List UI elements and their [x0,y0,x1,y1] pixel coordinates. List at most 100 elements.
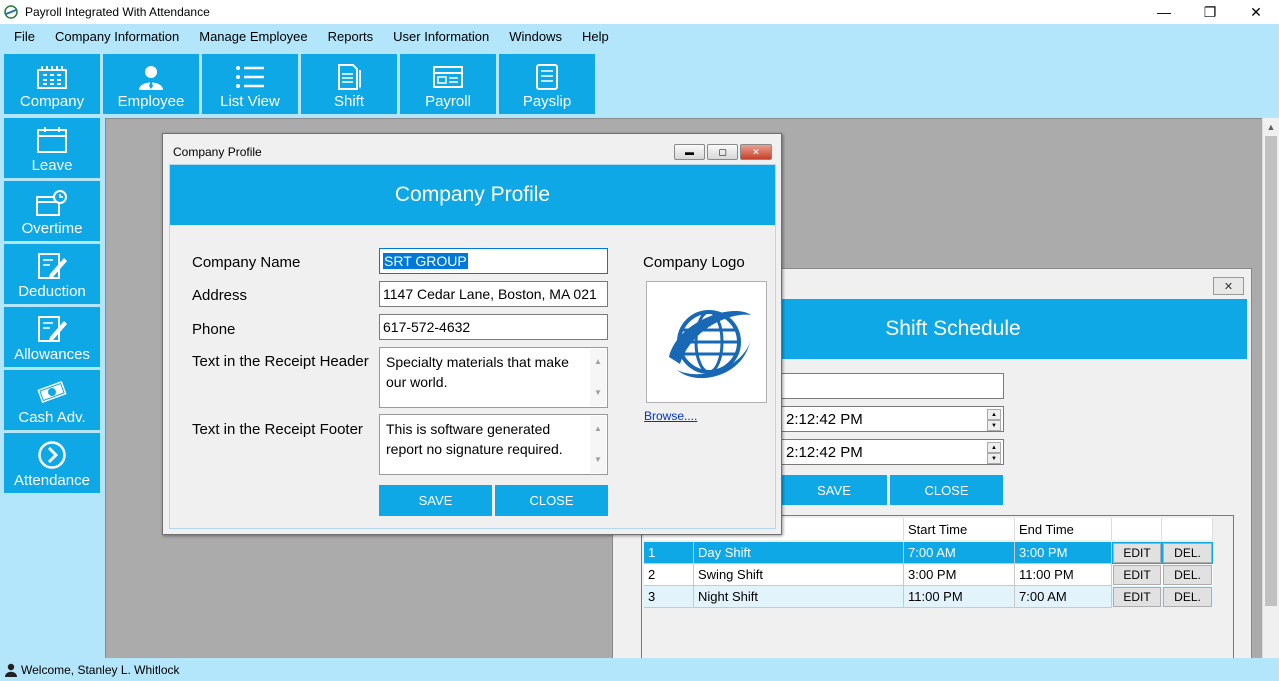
menu-reports[interactable]: Reports [318,29,384,44]
toolbar-payslip-button[interactable]: Payslip [499,54,595,114]
edit-row-button[interactable]: EDIT [1113,543,1161,563]
close-button[interactable]: ✕ [1233,0,1279,24]
end-time-spinner[interactable]: ▲ ▼ [987,442,1001,464]
receipt-header-textarea[interactable]: Specialty materials that make our world.… [379,347,608,408]
shift-start: 7:00 AM [904,542,1015,564]
restore-button[interactable]: ❐ [1187,0,1233,24]
shift-close-button[interactable]: CLOSE [890,475,1003,505]
edit-row-button[interactable]: EDIT [1113,565,1161,585]
receipt-footer-textarea[interactable]: This is software generated report no sig… [379,414,608,475]
shift-start-time-input[interactable]: 2:12:42 PM ▲ ▼ [781,406,1004,432]
company-name-input[interactable]: SRT GROUP [379,248,608,274]
shift-start: 3:00 PM [904,564,1015,586]
cp-close-button[interactable]: ✕ [740,144,772,160]
shift-name: Swing Shift [694,564,904,586]
delete-row-button[interactable]: DEL. [1163,565,1212,585]
shift-name-input[interactable] [781,373,1004,399]
company-profile-window-title: Company Profile [173,145,262,159]
shift-start: 11:00 PM [904,586,1015,608]
company-logo-image [646,281,767,403]
menu-user-information[interactable]: User Information [383,29,499,44]
start-time-spinner[interactable]: ▲ ▼ [987,409,1001,431]
menu-manage-employee[interactable]: Manage Employee [189,29,317,44]
scroll-thumb[interactable] [1265,136,1277,606]
sidebar-label: Cash Adv. [18,409,86,426]
table-row[interactable]: 1 Day Shift 7:00 AM 3:00 PM EDIT DEL. [644,542,1213,564]
sidebar-allowances-button[interactable]: Allowances [4,307,100,367]
sidebar-label: Allowances [14,346,90,363]
scroll-up-arrow-icon[interactable]: ▲ [1263,118,1279,135]
end-time-value: 2:12:42 PM [786,443,863,461]
company-profile-panel: Company Profile Company Name SRT GROUP A… [169,164,776,529]
toolbar-label: Employee [117,93,185,110]
table-row[interactable]: 2 Swing Shift 3:00 PM 11:00 PM EDIT DEL. [644,564,1213,586]
payroll-icon [433,66,463,88]
sidebar-cash-adv-button[interactable]: Cash Adv. [4,370,100,430]
toolbar-label: Shift [333,93,364,110]
phone-value: 617-572-4632 [383,319,471,335]
company-name-label: Company Name [192,254,301,271]
shift-window-close-button[interactable]: ✕ [1213,277,1244,295]
menu-file[interactable]: File [0,29,45,44]
edit-row-button[interactable]: EDIT [1113,587,1161,607]
company-logo-label: Company Logo [643,254,745,271]
minimize-button[interactable]: — [1141,0,1187,24]
payslip-icon [536,64,558,90]
shift-name: Night Shift [694,586,904,608]
textarea-scrollbar[interactable]: ▲ ▼ [590,349,606,406]
column-header-end-time: End Time [1015,518,1112,540]
cp-maximize-button[interactable]: ▢ [707,144,738,160]
phone-input[interactable]: 617-572-4632 [379,314,608,340]
sidebar-overtime-button[interactable]: Overtime [4,181,100,241]
toolbar-payroll-button[interactable]: Payroll [400,54,496,114]
cp-minimize-button[interactable]: ▬ [674,144,705,160]
company-save-button[interactable]: SAVE [379,485,492,516]
sidebar-leave-button[interactable]: Leave [4,118,100,178]
column-header-start-time: Start Time [904,518,1015,540]
shift-end-time-input[interactable]: 2:12:42 PM ▲ ▼ [781,439,1004,465]
list-icon [236,66,264,88]
shift-name: Day Shift [694,542,904,564]
browse-logo-link[interactable]: Browse.... [644,409,697,423]
row-number: 2 [644,564,694,586]
menu-company-information[interactable]: Company Information [45,29,189,44]
column-header-edit [1112,518,1162,540]
company-close-button[interactable]: CLOSE [495,485,608,516]
chevron-circle-icon [38,441,66,469]
table-row[interactable]: 3 Night Shift 11:00 PM 7:00 AM EDIT DEL. [644,586,1213,608]
document-pen-icon [338,64,361,90]
textarea-scrollbar[interactable]: ▲ ▼ [590,416,606,473]
edit-document-icon [38,316,67,342]
globe-logo-icon [669,310,751,379]
address-label: Address [192,287,248,304]
start-time-value: 2:12:42 PM [786,410,863,428]
toolbar-shift-button[interactable]: Shift [301,54,397,114]
edit-document-icon [38,253,67,279]
status-bar: Welcome, Stanley L. Whitlock [0,658,1279,681]
address-input[interactable]: 1147 Cedar Lane, Boston, MA 021 [379,281,608,307]
menu-help[interactable]: Help [572,29,619,44]
company-profile-window: Company Profile ▬ ▢ ✕ Company Profile Co… [162,133,782,535]
title-bar: Payroll Integrated With Attendance — ❐ ✕ [0,0,1279,24]
toolbar-label: List View [220,93,280,110]
sidebar-deduction-button[interactable]: Deduction [4,244,100,304]
sidebar-label: Attendance [14,472,90,489]
delete-row-button[interactable]: DEL. [1163,587,1212,607]
toolbar-list-view-button[interactable]: List View [202,54,298,114]
receipt-footer-value: This is software generated report no sig… [386,421,563,457]
receipt-header-value: Specialty materials that make our world. [386,354,569,390]
welcome-text: Welcome, Stanley L. Whitlock [21,662,180,677]
delete-row-button[interactable]: DEL. [1163,543,1212,563]
phone-label: Phone [192,321,236,338]
company-profile-header: Company Profile [170,165,775,225]
row-number: 3 [644,586,694,608]
shift-save-button[interactable]: SAVE [781,475,887,505]
sidebar-attendance-button[interactable]: Attendance [4,433,100,493]
menu-windows[interactable]: Windows [499,29,572,44]
workspace-scrollbar[interactable]: ▲ [1262,118,1279,658]
row-number: 1 [644,542,694,564]
shift-end: 3:00 PM [1015,542,1112,564]
toolbar-employee-button[interactable]: Employee [103,54,199,114]
app-icon [4,5,18,19]
toolbar-company-button[interactable]: Company [4,54,100,114]
